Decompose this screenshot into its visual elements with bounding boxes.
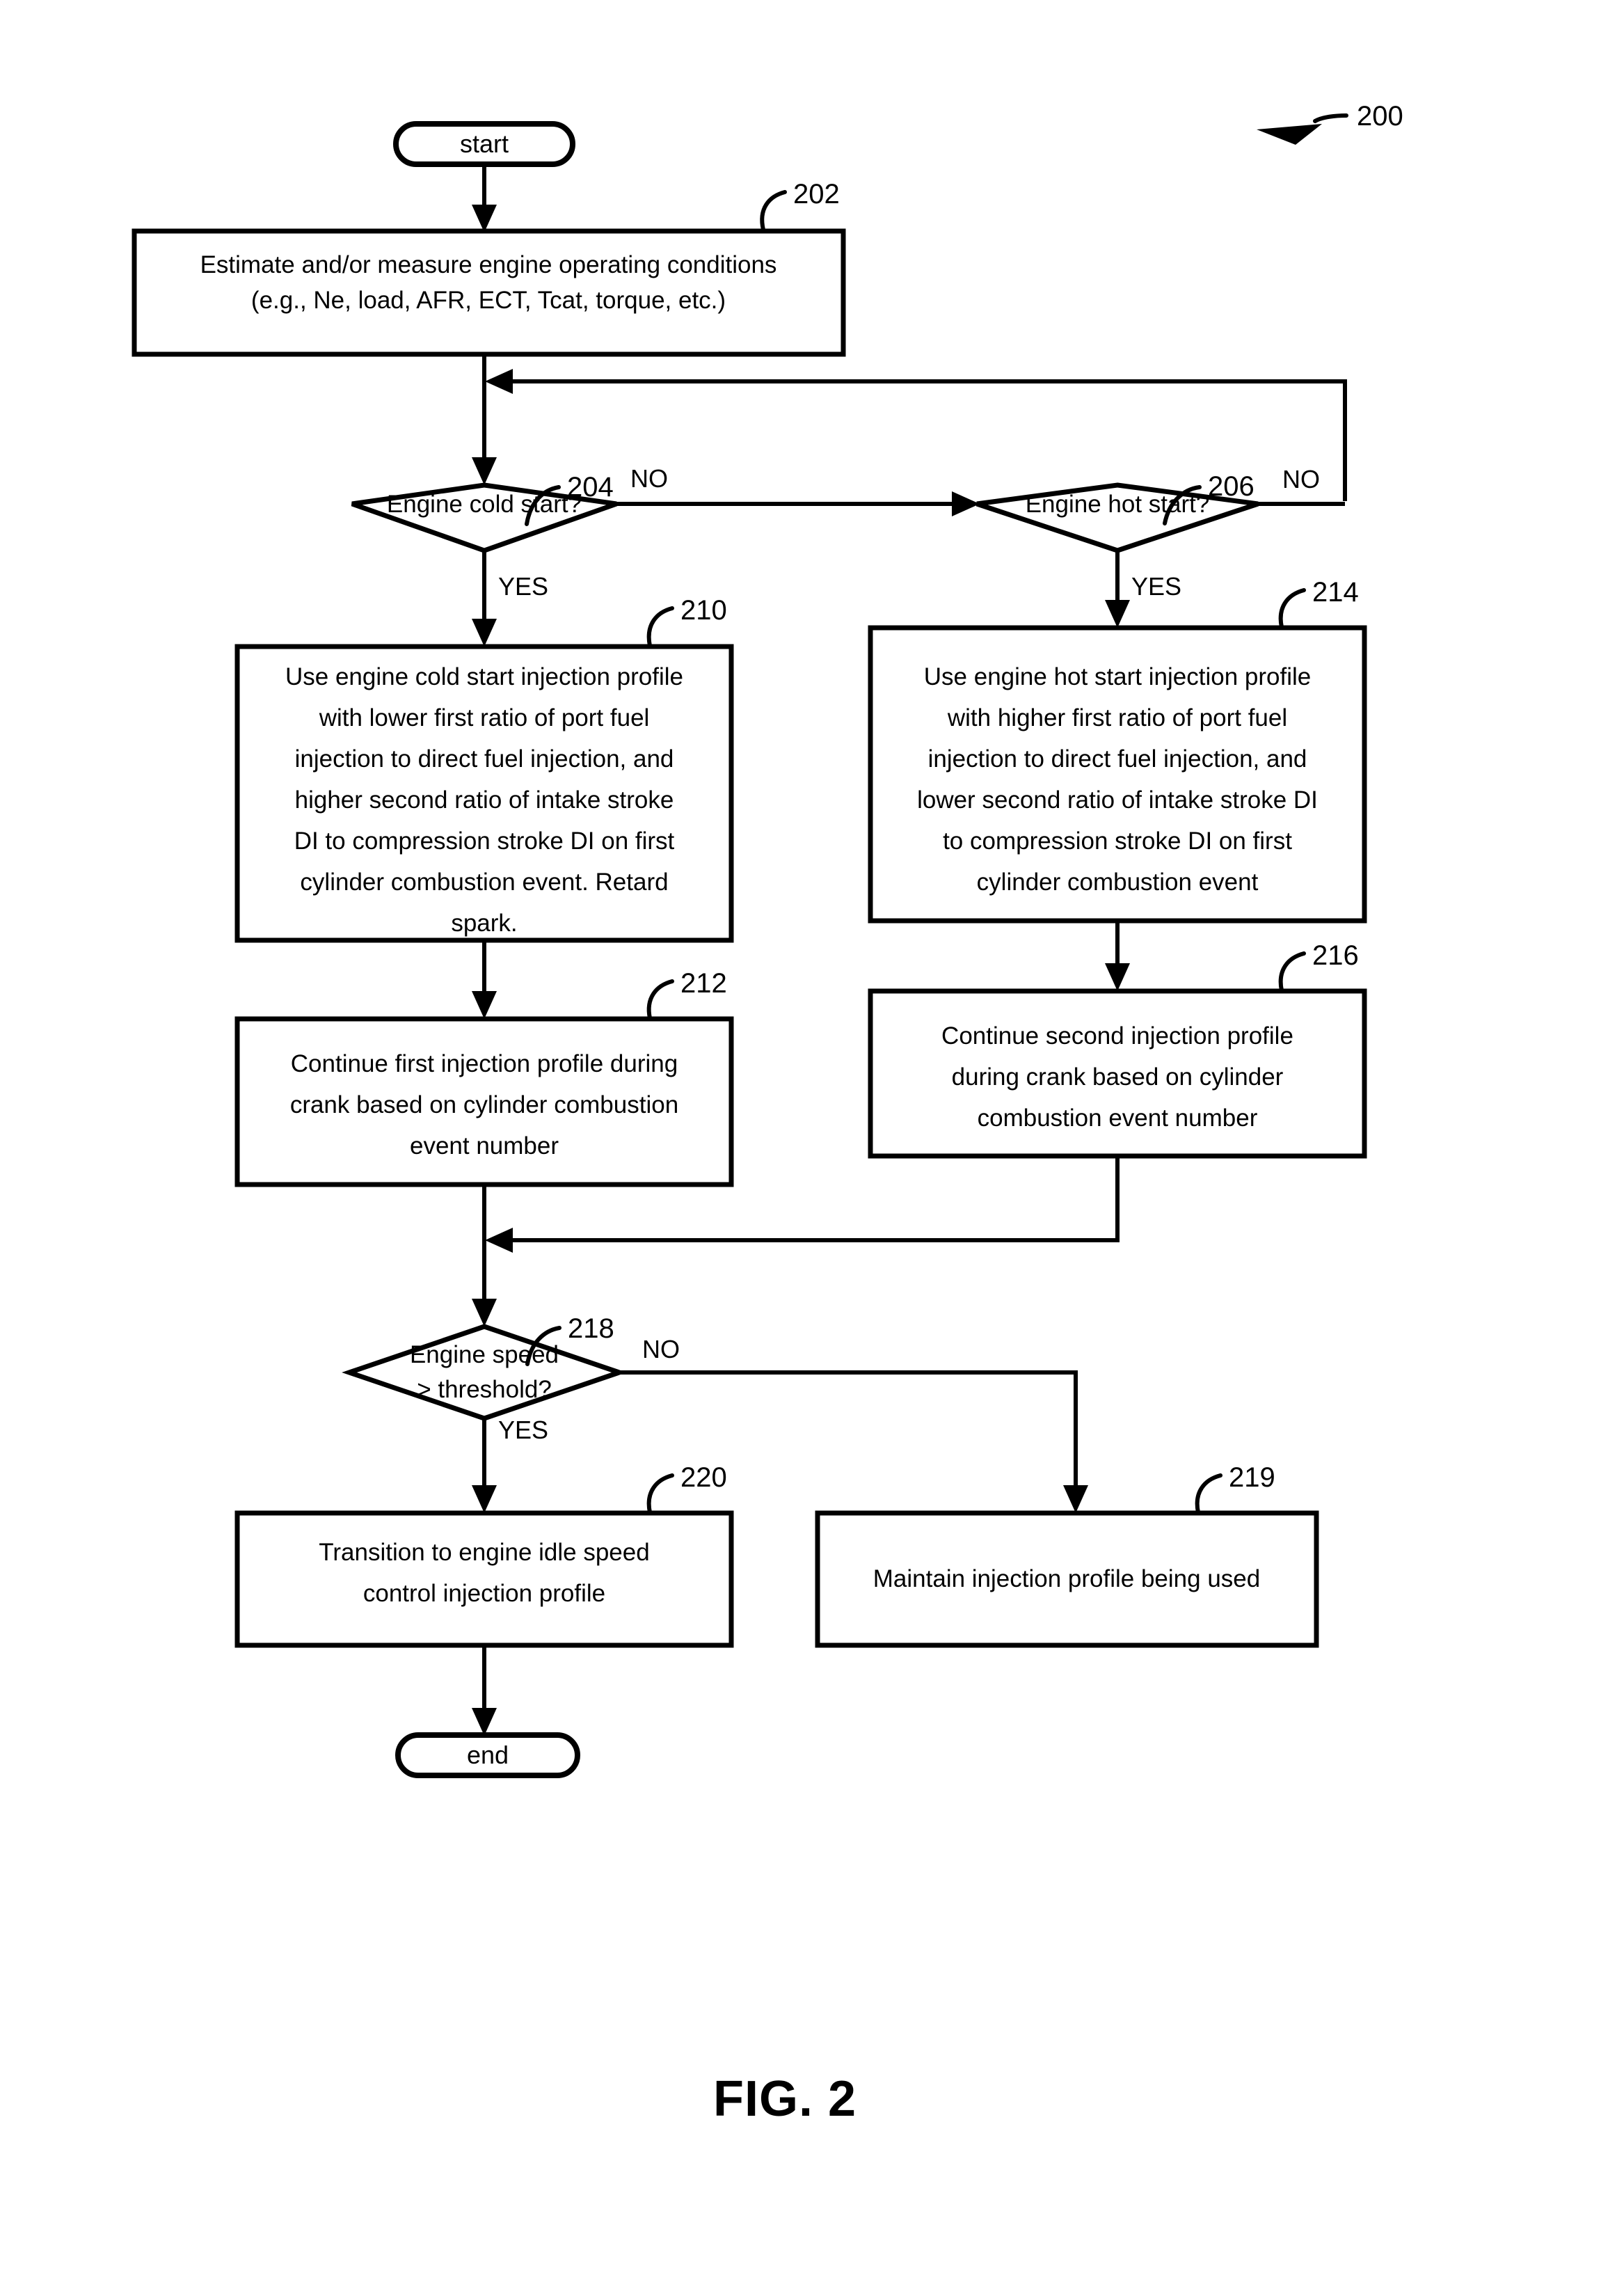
ref-num-219: 219 <box>1229 1462 1275 1493</box>
connector-206-yes-to-214: YES <box>1105 551 1181 628</box>
step-218-line-1: > threshold? <box>417 1376 552 1403</box>
step-220-line-1: control injection profile <box>363 1580 605 1607</box>
start-label: start <box>460 129 509 158</box>
step-210-line-5: cylinder combustion event. Retard <box>300 869 668 896</box>
leader-line-200 <box>1313 113 1348 123</box>
step-214-line-1: with higher first ratio of port fuel <box>947 704 1287 731</box>
step-214-line-3: lower second ratio of intake stroke DI <box>917 786 1318 814</box>
leader-line-216 <box>1278 951 1306 992</box>
ref-num-202: 202 <box>793 179 840 209</box>
leader-line-202 <box>760 190 787 232</box>
step-202-line-1: (e.g., Ne, load, AFR, ECT, Tcat, torque,… <box>251 287 726 314</box>
connector-210-to-212 <box>472 940 497 1019</box>
node-step-214: Use engine hot start injection profile w… <box>868 577 1367 924</box>
figure-reference-leader: 200 <box>1257 101 1403 145</box>
step-220-line-0: Transition to engine idle speed <box>319 1539 649 1566</box>
step-216-line-0: Continue second injection profile <box>941 1022 1293 1050</box>
end-label: end <box>467 1741 509 1769</box>
node-step-204: Engine cold start? 204 <box>351 472 618 553</box>
ref-num-210: 210 <box>680 595 727 626</box>
leader-line-210 <box>646 606 674 648</box>
step-218-yes-label: YES <box>498 1416 548 1444</box>
step-204-yes-label: YES <box>498 572 548 601</box>
leader-arrowhead-200 <box>1257 124 1322 145</box>
ref-num-206: 206 <box>1208 471 1254 502</box>
step-210-line-4: DI to compression stroke DI on first <box>294 828 675 855</box>
ref-num-220: 220 <box>680 1462 727 1493</box>
node-end: end <box>395 1732 580 1778</box>
node-step-218: Engine speed > threshold? 218 <box>342 1313 627 1421</box>
step-216-line-2: combustion event number <box>978 1105 1258 1132</box>
connector-204-yes-to-210: YES <box>472 551 548 647</box>
step-216-line-1: during crank based on cylinder <box>952 1063 1284 1091</box>
connector-206-no: NO <box>1258 465 1345 506</box>
patent-figure: 200 start Estimate and/or measure engine… <box>0 0 1601 2296</box>
node-step-210: Use engine cold start injection profile … <box>234 595 734 943</box>
step-218-no-label: NO <box>642 1335 680 1363</box>
step-214-line-5: cylinder combustion event <box>977 869 1259 896</box>
step-212-line-2: event number <box>410 1132 559 1159</box>
step-210-line-1: with lower first ratio of port fuel <box>319 704 650 731</box>
step-206-no-label: NO <box>1282 465 1320 493</box>
leader-line-212 <box>646 979 674 1020</box>
ref-num-204: 204 <box>567 472 614 502</box>
leader-line-214 <box>1278 588 1306 629</box>
step-210-line-6: spark. <box>451 910 517 937</box>
step-204-label: Engine cold start? <box>387 491 582 518</box>
step-212-line-1: crank based on cylinder combustion <box>290 1091 678 1118</box>
step-206-yes-label: YES <box>1131 572 1181 601</box>
step-210-line-3: higher second ratio of intake stroke <box>295 786 674 814</box>
ref-num-214: 214 <box>1312 577 1359 608</box>
ref-num-212: 212 <box>680 968 727 999</box>
step-220-shape <box>234 1510 734 1648</box>
feedback-arrowhead <box>485 369 513 394</box>
connector-214-to-216 <box>1105 921 1130 991</box>
connector-220-to-end <box>472 1645 497 1736</box>
leader-line-220 <box>646 1473 674 1514</box>
step-202-line-0: Estimate and/or measure engine operating… <box>200 251 777 278</box>
merge-arrowhead <box>485 1228 513 1253</box>
connector-start-to-202 <box>472 164 497 232</box>
leader-line-219 <box>1195 1473 1222 1514</box>
step-212-line-0: Continue first injection profile during <box>291 1050 678 1077</box>
connector-218-yes-to-220: YES <box>472 1416 548 1513</box>
step-210-line-0: Use engine cold start injection profile <box>285 663 683 690</box>
step-214-line-2: injection to direct fuel injection, and <box>928 745 1307 773</box>
step-214-line-4: to compression stroke DI on first <box>943 828 1292 855</box>
connector-212-to-218 <box>472 1185 497 1327</box>
figure-caption: FIG. 2 <box>713 2071 857 2127</box>
step-210-line-2: injection to direct fuel injection, and <box>295 745 674 773</box>
step-219-line-0: Maintain injection profile being used <box>873 1565 1260 1592</box>
connector-204-no-to-206: NO <box>616 464 980 516</box>
ref-num-200: 200 <box>1357 101 1403 132</box>
ref-num-216: 216 <box>1312 940 1359 971</box>
connector-202-to-204 <box>472 354 497 485</box>
ref-num-218: 218 <box>568 1313 614 1344</box>
flowchart-canvas: 200 start Estimate and/or measure engine… <box>132 101 1403 2127</box>
step-214-line-0: Use engine hot start injection profile <box>924 663 1311 690</box>
node-start: start <box>393 121 575 167</box>
node-step-206: Engine hot start? 206 <box>975 471 1259 553</box>
step-204-no-label: NO <box>630 464 668 493</box>
